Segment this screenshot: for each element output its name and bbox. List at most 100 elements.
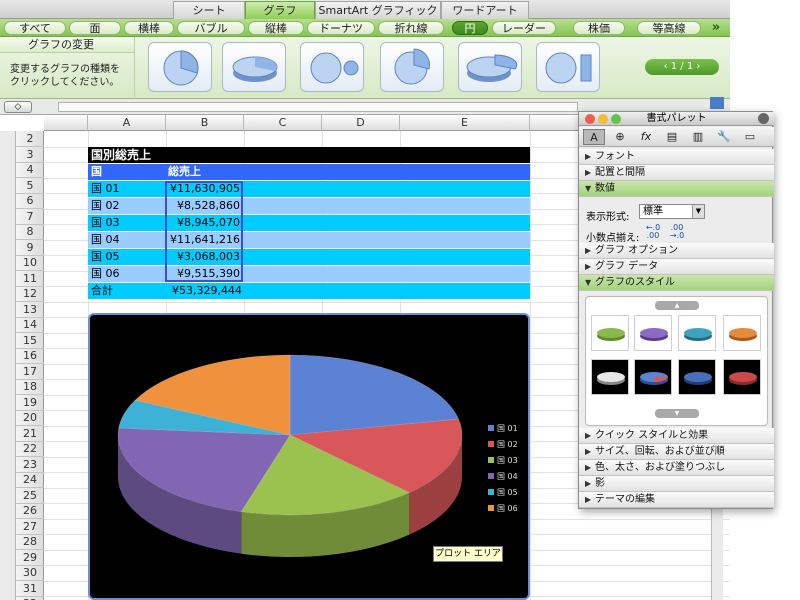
column-header-c[interactable]: C	[244, 115, 322, 131]
chart-style-thumb[interactable]	[634, 359, 672, 395]
row-header[interactable]: 12	[16, 286, 44, 302]
increase-decimal-button[interactable]: .00 →.0	[667, 224, 687, 242]
chart-icon[interactable]: ▥	[687, 129, 709, 145]
legend-entry[interactable]: 国 05	[497, 488, 518, 497]
chart-style-thumb[interactable]	[634, 315, 672, 351]
row-header[interactable]: 3	[16, 147, 44, 163]
table-row[interactable]: 国 04 ¥11,641,216	[88, 232, 530, 248]
row-header[interactable]: 5	[16, 178, 44, 194]
chart-type-line[interactable]: 折れ線	[378, 21, 444, 35]
legend-entry[interactable]: 国 02	[497, 440, 518, 449]
format-palette[interactable]: 書式パレット A ⊕ fx ▤ ▥ 🔧 ▭ ▶ フォント ▶ 配置と間隔 ▼ 数値 表…	[578, 111, 774, 509]
row-header[interactable]: 10	[16, 255, 44, 271]
legend-entry[interactable]: 国 01	[497, 424, 518, 433]
row-header[interactable]: 25	[16, 488, 44, 504]
number-format-select[interactable]: 標準 ▼	[639, 204, 705, 219]
chart-type-column[interactable]: 縦棒	[248, 21, 304, 35]
section-quick-styles[interactable]: ▶ クイック スタイルと効果	[579, 428, 774, 444]
row-header[interactable]: 11	[16, 271, 44, 287]
tools-icon[interactable]: 🔧	[713, 129, 735, 145]
text-format-icon[interactable]: A	[583, 129, 605, 145]
chart-type-contour[interactable]: 等高線	[637, 21, 701, 35]
row-header[interactable]: 31	[16, 581, 44, 597]
table-row[interactable]: 国 01 ¥11,630,905	[88, 181, 530, 197]
bar-of-pie-thumb[interactable]	[536, 42, 600, 92]
section-chart-data[interactable]: ▶ グラフ データ	[579, 259, 774, 275]
row-header[interactable]: 4	[16, 162, 44, 178]
zoom-icon[interactable]	[611, 114, 621, 124]
chart-style-thumb[interactable]	[678, 315, 716, 351]
legend-entry[interactable]: 国 03	[497, 456, 518, 465]
object-format-icon[interactable]: ⊕	[609, 129, 631, 145]
table-total-row[interactable]: 合計 ¥53,329,444	[88, 283, 530, 299]
row-header[interactable]: 16	[16, 348, 44, 364]
section-shadow[interactable]: ▶ 影	[579, 476, 774, 492]
ruler-toggle-button[interactable]: ◇	[4, 101, 32, 113]
row-header[interactable]: 27	[16, 519, 44, 535]
table-title-row[interactable]: 国別総売上	[88, 147, 530, 163]
legend-entry[interactable]: 国 04	[497, 472, 518, 481]
chart-type-area[interactable]: 面	[69, 21, 121, 35]
style-scroll-up-icon[interactable]: ▲	[655, 301, 699, 310]
column-header-a[interactable]: A	[88, 115, 166, 131]
chart-type-stock[interactable]: 株価	[573, 21, 625, 35]
palette-options-icon[interactable]	[758, 113, 769, 124]
pie-thumb-exploded[interactable]	[380, 42, 444, 92]
row-header[interactable]: 26	[16, 503, 44, 519]
chart-type-doughnut[interactable]: ドーナツ	[307, 21, 375, 35]
function-icon[interactable]: fx	[635, 129, 657, 145]
row-header[interactable]: 23	[16, 457, 44, 473]
chart-type-all[interactable]: すべて	[4, 21, 66, 35]
section-edit-theme[interactable]: ▶ テーマの編集	[579, 492, 774, 508]
palette-title-bar[interactable]: 書式パレット	[579, 112, 774, 126]
section-font[interactable]: ▶ フォント	[579, 149, 774, 165]
table-row[interactable]: 国 05 ¥3,068,003	[88, 249, 530, 265]
section-alignment[interactable]: ▶ 配置と間隔	[579, 165, 774, 181]
tab-sheet[interactable]: シート	[173, 1, 245, 19]
row-header[interactable]: 24	[16, 472, 44, 488]
column-header-e[interactable]: E	[400, 115, 530, 131]
more-chart-types-icon[interactable]: »	[706, 20, 726, 36]
row-header[interactable]: 20	[16, 410, 44, 426]
row-header[interactable]: 18	[16, 379, 44, 395]
style-scroll-down-icon[interactable]: ▼	[655, 409, 699, 418]
chart-type-radar[interactable]: レーダー	[492, 21, 556, 35]
table-row[interactable]: 国 06 ¥9,515,390	[88, 266, 530, 282]
column-header-b[interactable]: B	[166, 115, 244, 131]
column-header-d[interactable]: D	[322, 115, 400, 131]
chart-type-bubble[interactable]: バブル	[177, 21, 245, 35]
table-row[interactable]: 国 03 ¥8,945,070	[88, 215, 530, 231]
row-header[interactable]: 22	[16, 441, 44, 457]
row-header[interactable]: 13	[16, 302, 44, 318]
row-header[interactable]: 6	[16, 193, 44, 209]
chart-type-pie[interactable]: 円	[452, 21, 488, 35]
row-header[interactable]: 14	[16, 317, 44, 333]
ruler-track[interactable]	[58, 102, 578, 112]
row-header[interactable]: 19	[16, 395, 44, 411]
section-size-rotation[interactable]: ▶ サイズ、回転、および並び順	[579, 444, 774, 460]
row-header[interactable]: 9	[16, 240, 44, 256]
tab-chart[interactable]: グラフ	[245, 1, 315, 19]
row-header[interactable]: 8	[16, 224, 44, 240]
range-selection[interactable]	[165, 181, 243, 282]
pie-thumb-of-pie[interactable]	[300, 42, 364, 92]
section-colors-weights[interactable]: ▶ 色、太さ、および塗りつぶし	[579, 460, 774, 476]
section-chart-options[interactable]: ▶ グラフ オプション	[579, 243, 774, 259]
row-header[interactable]: 29	[16, 550, 44, 566]
chart-style-thumb[interactable]	[591, 315, 629, 351]
table-header-row[interactable]: 国 総売上	[88, 164, 530, 180]
chart-style-thumb[interactable]	[723, 315, 761, 351]
tab-wordart[interactable]: ワードアート	[441, 1, 529, 19]
tab-smartart[interactable]: SmartArt グラフィック	[315, 1, 441, 19]
close-icon[interactable]	[585, 114, 595, 124]
row-header[interactable]: 28	[16, 534, 44, 550]
pie-thumb-3d-exploded[interactable]	[458, 42, 522, 92]
section-number[interactable]: ▼ 数値	[579, 181, 774, 197]
chart-type-horizontal-bar[interactable]: 横棒	[124, 21, 174, 35]
view-toggle-icon[interactable]	[710, 97, 724, 109]
table-row[interactable]: 国 02 ¥8,528,860	[88, 198, 530, 214]
legend-entry[interactable]: 国 06	[497, 504, 518, 513]
row-header[interactable]: 17	[16, 364, 44, 380]
chart-style-thumb[interactable]	[678, 359, 716, 395]
print-icon[interactable]: ▭	[739, 129, 761, 145]
